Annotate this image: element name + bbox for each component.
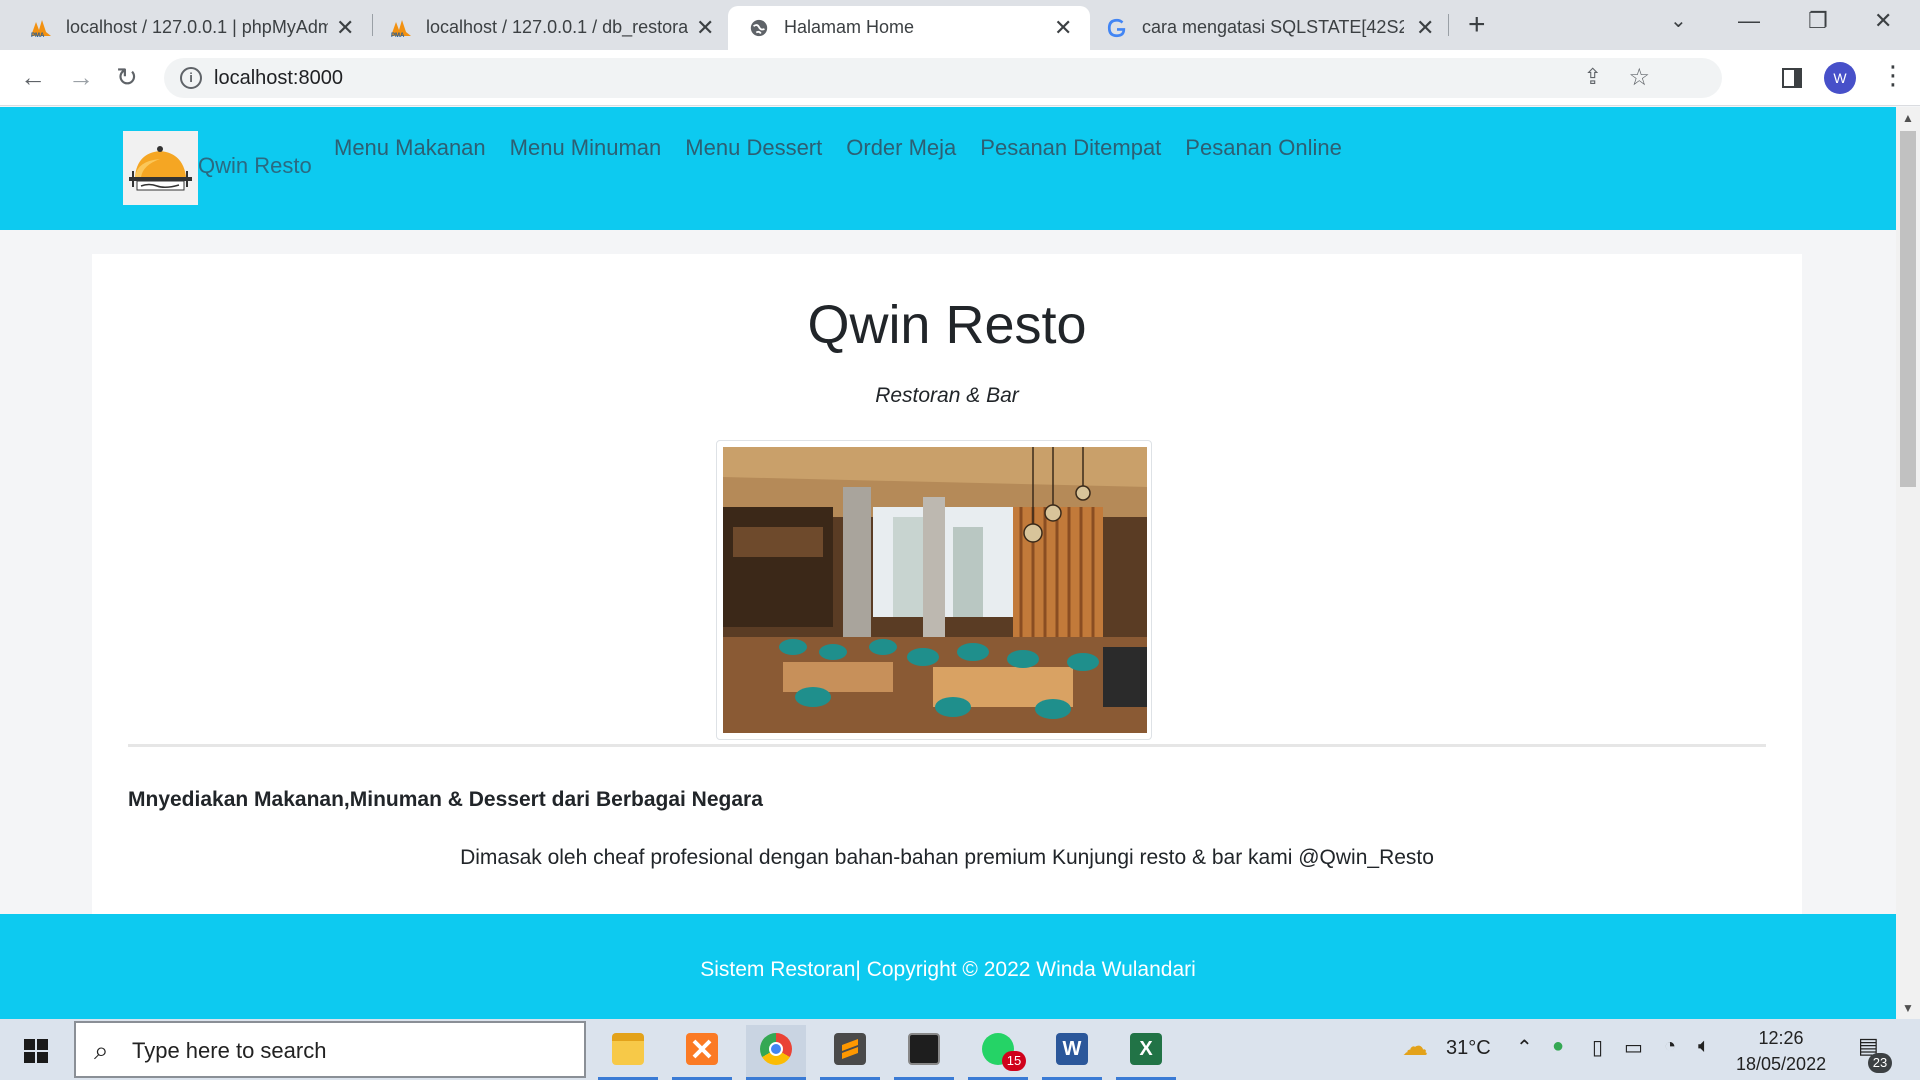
volume-icon[interactable]: 🔈︎: [1698, 1035, 1710, 1058]
profile-avatar[interactable]: W: [1824, 62, 1856, 94]
svg-text:PMA: PMA: [31, 33, 45, 38]
restaurant-interior-image: [723, 447, 1147, 733]
restore-icon[interactable]: ❐: [1808, 8, 1828, 34]
forward-icon[interactable]: →: [68, 62, 94, 93]
restaurant-photo: [716, 440, 1152, 740]
nav-pesanan-ditempat[interactable]: Pesanan Ditempat: [980, 135, 1161, 161]
search-placeholder: Type here to search: [132, 1038, 327, 1063]
page-scrollbar[interactable]: ▲ ▼: [1896, 107, 1920, 1019]
site-info-icon[interactable]: i: [180, 67, 202, 89]
weather-icon[interactable]: ☁: [1402, 1031, 1428, 1062]
content-card: Qwin Resto Restoran & Bar Mnyediakan Mak…: [92, 254, 1802, 1019]
browser-menu-icon[interactable]: ⋮: [1880, 60, 1906, 91]
cloche-logo-icon: [129, 146, 192, 191]
google-icon: [1107, 18, 1126, 38]
bookmark-star-icon[interactable]: ☆: [1628, 63, 1650, 92]
clock-date: 18/05/2022: [1736, 1054, 1827, 1074]
notification-count: 23: [1868, 1053, 1892, 1073]
close-tab-icon[interactable]: ✕: [696, 15, 714, 41]
nav-menu-makanan[interactable]: Menu Makanan: [334, 135, 486, 161]
restaurant-logo[interactable]: [123, 131, 198, 205]
windows-taskbar: ⌕ Type here to search 15 W X ☁ 31°C ⌃ ● …: [0, 1019, 1920, 1080]
minimize-icon[interactable]: —: [1738, 8, 1760, 34]
globe-icon: [750, 19, 768, 37]
browser-tab-2[interactable]: PMA localhost / 127.0.0.1 / db_restoran …: [360, 6, 720, 50]
brand-name[interactable]: Qwin Resto: [198, 153, 312, 179]
battery-icon[interactable]: ▭: [1624, 1035, 1643, 1060]
sublime-text-icon[interactable]: [820, 1025, 880, 1080]
scrollbar-thumb[interactable]: [1900, 131, 1916, 487]
nav-menu-dessert[interactable]: Menu Dessert: [685, 135, 822, 161]
nav-links: Menu Makanan Menu Minuman Menu Dessert O…: [334, 135, 1342, 161]
share-icon[interactable]: ⇪: [1584, 64, 1602, 90]
address-bar: ← → ↻ i localhost:8000 ⇪ ☆ W ⋮: [0, 50, 1920, 106]
whatsapp-badge: 15: [1002, 1051, 1026, 1071]
tab-title: cara mengatasi SQLSTATE[42S22]: [1142, 17, 1404, 37]
close-window-icon[interactable]: ✕: [1874, 8, 1892, 34]
tab-title: localhost / 127.0.0.1 / db_restoran: [426, 17, 688, 37]
page-subtitle: Restoran & Bar: [875, 384, 1019, 407]
file-explorer-icon[interactable]: [598, 1025, 658, 1080]
back-icon[interactable]: ←: [20, 62, 46, 93]
nav-menu-minuman[interactable]: Menu Minuman: [510, 135, 662, 161]
site-navbar: Qwin Resto Menu Makanan Menu Minuman Men…: [0, 107, 1896, 230]
omnibox[interactable]: i localhost:8000 ⇪ ☆: [164, 58, 1722, 98]
taskbar-search[interactable]: ⌕ Type here to search: [74, 1021, 586, 1078]
terminal-icon[interactable]: [894, 1025, 954, 1080]
xampp-icon[interactable]: [672, 1025, 732, 1080]
chevron-up-icon[interactable]: ⌃: [1516, 1035, 1533, 1060]
tab-search-icon[interactable]: ⌄: [1670, 8, 1687, 33]
windows-start-icon[interactable]: [24, 1039, 48, 1063]
new-tab-icon[interactable]: +: [1468, 8, 1486, 42]
chrome-tray-icon[interactable]: ●: [1552, 1035, 1564, 1058]
clock[interactable]: 12:26 18/05/2022: [1736, 1025, 1826, 1077]
meet-now-icon[interactable]: ▯: [1592, 1035, 1603, 1060]
close-tab-icon[interactable]: ✕: [1416, 15, 1434, 41]
tab-separator: [1448, 14, 1449, 36]
phpmyadmin-icon: PMA: [31, 20, 51, 38]
tab-title: Halamam Home: [784, 17, 915, 37]
scroll-up-icon[interactable]: ▲: [1902, 111, 1914, 125]
page-title: Qwin Resto: [807, 295, 1087, 355]
side-panel-icon[interactable]: [1782, 68, 1802, 88]
divider: [128, 744, 1766, 747]
chrome-icon[interactable]: [746, 1025, 806, 1080]
wifi-icon[interactable]: ◔: [1664, 1035, 1676, 1058]
lead-text: Mnyediakan Makanan,Minuman & Dessert dar…: [128, 788, 763, 811]
nav-order-meja[interactable]: Order Meja: [846, 135, 956, 161]
web-page: Qwin Resto Menu Makanan Menu Minuman Men…: [0, 107, 1896, 1019]
close-tab-icon[interactable]: ✕: [336, 15, 354, 41]
close-tab-icon[interactable]: ✕: [1054, 15, 1072, 41]
tab-title: localhost / 127.0.0.1 | phpMyAdmin: [66, 17, 328, 37]
whatsapp-icon[interactable]: 15: [968, 1025, 1028, 1080]
browser-tab-4[interactable]: cara mengatasi SQLSTATE[42S22] ✕: [1090, 6, 1450, 50]
description-text: Dimasak oleh cheaf profesional dengan ba…: [460, 846, 1434, 869]
clock-time: 12:26: [1758, 1028, 1804, 1048]
nav-pesanan-online[interactable]: Pesanan Online: [1185, 135, 1342, 161]
weather-temp[interactable]: 31°C: [1446, 1037, 1491, 1060]
url-text[interactable]: localhost:8000: [214, 67, 343, 90]
phpmyadmin-icon: PMA: [391, 20, 411, 38]
svg-text:PMA: PMA: [391, 33, 405, 38]
browser-tab-active[interactable]: Halamam Home ✕: [728, 6, 1090, 50]
word-icon[interactable]: W: [1042, 1025, 1102, 1080]
browser-tab-bar: PMA localhost / 127.0.0.1 | phpMyAdmin ✕…: [0, 0, 1920, 50]
site-footer: Sistem Restoran| Copyright © 2022 Winda …: [0, 914, 1896, 1019]
excel-icon[interactable]: X: [1116, 1025, 1176, 1080]
scroll-down-icon[interactable]: ▼: [1902, 1001, 1914, 1015]
footer-text: Sistem Restoran| Copyright © 2022 Winda …: [700, 958, 1196, 981]
reload-icon[interactable]: ↻: [116, 62, 138, 93]
browser-tab-1[interactable]: PMA localhost / 127.0.0.1 | phpMyAdmin ✕: [0, 6, 360, 50]
search-icon: ⌕: [94, 1035, 109, 1065]
